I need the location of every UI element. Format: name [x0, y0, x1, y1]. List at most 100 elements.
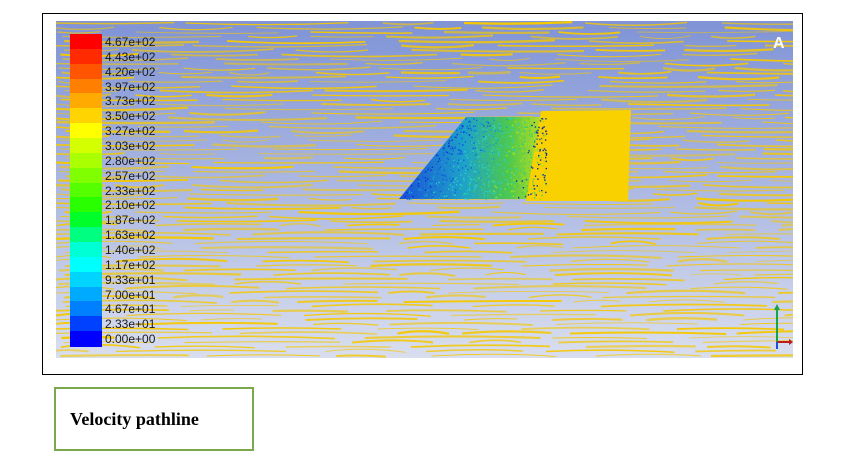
wake-speck — [503, 164, 505, 166]
wake-speck — [410, 192, 413, 194]
pathline — [321, 103, 431, 106]
pathline — [551, 107, 727, 110]
wake-speck — [542, 149, 544, 152]
wake-speck — [450, 136, 453, 138]
wake-speck — [425, 171, 427, 173]
wake-speck — [437, 154, 439, 157]
wake-speck — [503, 155, 505, 157]
wake-speck — [488, 175, 490, 178]
wake-speck — [524, 173, 526, 176]
wake-speck — [463, 131, 466, 133]
wake-speck — [493, 158, 495, 160]
wake-speck — [536, 126, 539, 128]
wake-speck — [508, 154, 511, 156]
wake-speck — [454, 178, 456, 180]
wake-speck — [534, 175, 537, 177]
wake-speck — [448, 142, 450, 145]
wake-speck — [418, 181, 421, 183]
wake-speck — [509, 160, 511, 162]
legend-swatch — [70, 286, 102, 302]
wake-speck — [538, 126, 540, 129]
wake-speck — [543, 176, 546, 179]
wake-speck — [509, 145, 511, 148]
legend-swatch — [70, 34, 102, 50]
wake-speck — [529, 125, 531, 127]
wake-speck — [476, 127, 478, 129]
wake-speck — [545, 133, 548, 135]
wake-speck — [438, 158, 441, 160]
legend-label: 2.33e+02 — [105, 183, 156, 198]
pathline — [285, 345, 391, 348]
wake-speck — [404, 195, 406, 198]
wake-speck — [510, 118, 512, 120]
wake-speck — [481, 149, 484, 151]
wake-speck — [459, 190, 461, 193]
wake-speck — [544, 151, 546, 154]
wake-speck — [534, 156, 537, 159]
wake-speck — [476, 132, 478, 135]
wake-speck — [490, 155, 492, 157]
wake-speck — [533, 131, 536, 134]
wake-speck — [433, 191, 435, 194]
wake-speck — [498, 122, 501, 125]
wake-speck — [503, 126, 506, 129]
caption-box: Velocity pathline — [54, 387, 254, 451]
wake-speck — [500, 132, 503, 135]
wake-speck — [434, 191, 436, 193]
legend-row: 3.50e+02 — [70, 108, 210, 124]
color-legend: 4.67e+02 4.43e+02 4.20e+02 3.97e+02 3.73e+02… — [70, 34, 210, 347]
wake-speck — [454, 194, 457, 196]
legend-row: 4.67e+02 — [70, 34, 210, 50]
wake-speck — [522, 172, 524, 174]
wake-speck — [510, 139, 512, 141]
wake-speck — [491, 152, 494, 154]
wake-speck — [508, 187, 510, 189]
wake-speck — [457, 162, 459, 164]
wake-speck — [478, 142, 480, 145]
wake-speck — [469, 127, 472, 129]
wake-speck — [483, 195, 486, 197]
wake-speck — [518, 197, 520, 199]
wake-speck — [520, 126, 522, 128]
wake-speck — [521, 180, 523, 182]
wake-speck — [446, 196, 448, 198]
wake-speck — [524, 194, 527, 197]
wake-speck — [531, 135, 533, 137]
pathline — [224, 62, 348, 66]
wake-speck — [487, 125, 489, 127]
legend-row: 7.00e+01 — [70, 286, 210, 302]
wake-speck — [540, 147, 542, 150]
wake-speck — [530, 156, 532, 159]
wake-speck — [408, 192, 411, 194]
wake-speck — [467, 198, 469, 200]
wake-speck — [537, 135, 539, 137]
wake-speck — [544, 139, 547, 141]
wake-speck — [444, 144, 446, 146]
wake-speck — [511, 172, 513, 174]
legend-swatch — [70, 212, 102, 228]
wake-speck — [543, 160, 546, 162]
wake-speck — [498, 197, 500, 199]
wake-speck — [527, 194, 530, 196]
wake-speck — [543, 135, 545, 137]
wake-speck — [516, 198, 518, 200]
wake-speck — [541, 156, 543, 159]
wake-speck — [491, 172, 493, 174]
wake-speck — [408, 190, 411, 192]
wake-speck — [437, 168, 440, 171]
wake-speck — [523, 176, 525, 179]
wake-speck — [462, 136, 464, 139]
legend-row: 2.80e+02 — [70, 152, 210, 169]
wake-speck — [476, 145, 478, 148]
wake-speck — [506, 179, 509, 182]
wake-speck — [494, 126, 496, 129]
wake-speck — [470, 141, 473, 143]
wake-speck — [493, 192, 496, 195]
wake-speck — [507, 128, 510, 130]
wake-speck — [483, 183, 485, 186]
legend-label: 3.97e+02 — [105, 79, 156, 94]
pathline — [263, 296, 382, 299]
wake-speck — [535, 150, 537, 152]
wake-speck — [541, 118, 544, 120]
wake-speck — [471, 163, 474, 165]
